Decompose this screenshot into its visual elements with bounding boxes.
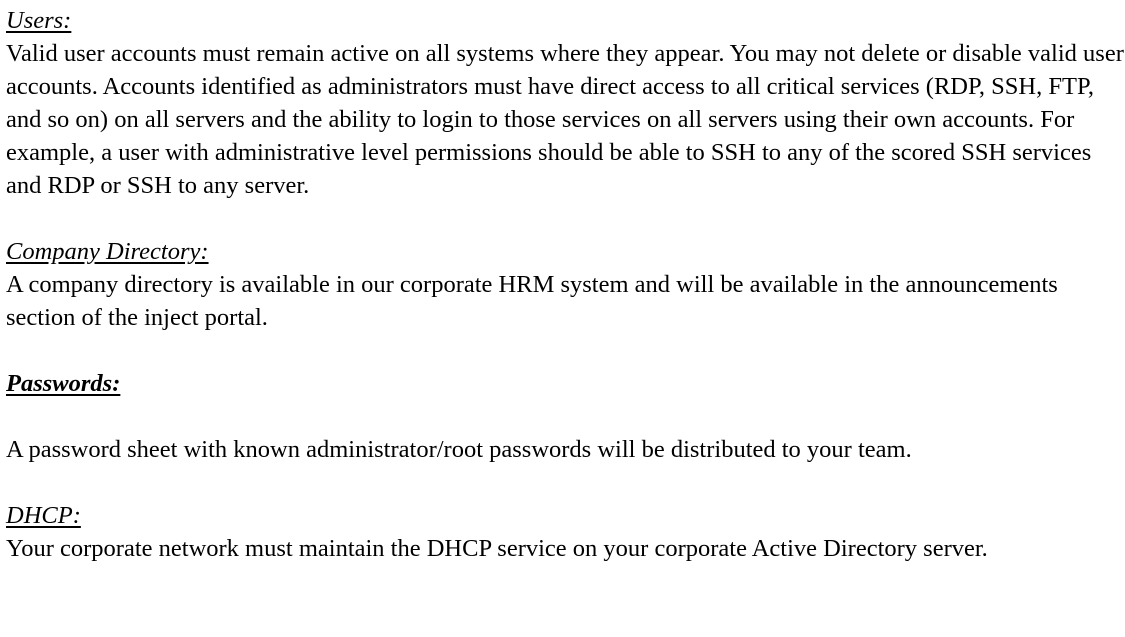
section-body-passwords: A password sheet with known administrato…: [6, 436, 912, 463]
section-body-users: Valid user accounts must remain active o…: [6, 40, 1124, 199]
document-page: Users: Valid user accounts must remain a…: [0, 0, 1125, 637]
section-company-directory: Company Directory: A company directory i…: [6, 235, 1125, 334]
section-dhcp: DHCP: Your corporate network must mainta…: [6, 499, 1125, 565]
section-heading-users: Users:: [6, 7, 72, 34]
section-heading-dhcp: DHCP:: [6, 502, 81, 529]
section-body-company-directory: A company directory is available in our …: [6, 271, 1058, 331]
section-passwords: Passwords: A password sheet with known a…: [6, 367, 1125, 466]
section-heading-passwords: Passwords:: [6, 370, 121, 397]
section-heading-company-directory: Company Directory:: [6, 238, 209, 265]
section-body-dhcp: Your corporate network must maintain the…: [6, 535, 988, 562]
section-users: Users: Valid user accounts must remain a…: [6, 4, 1125, 202]
